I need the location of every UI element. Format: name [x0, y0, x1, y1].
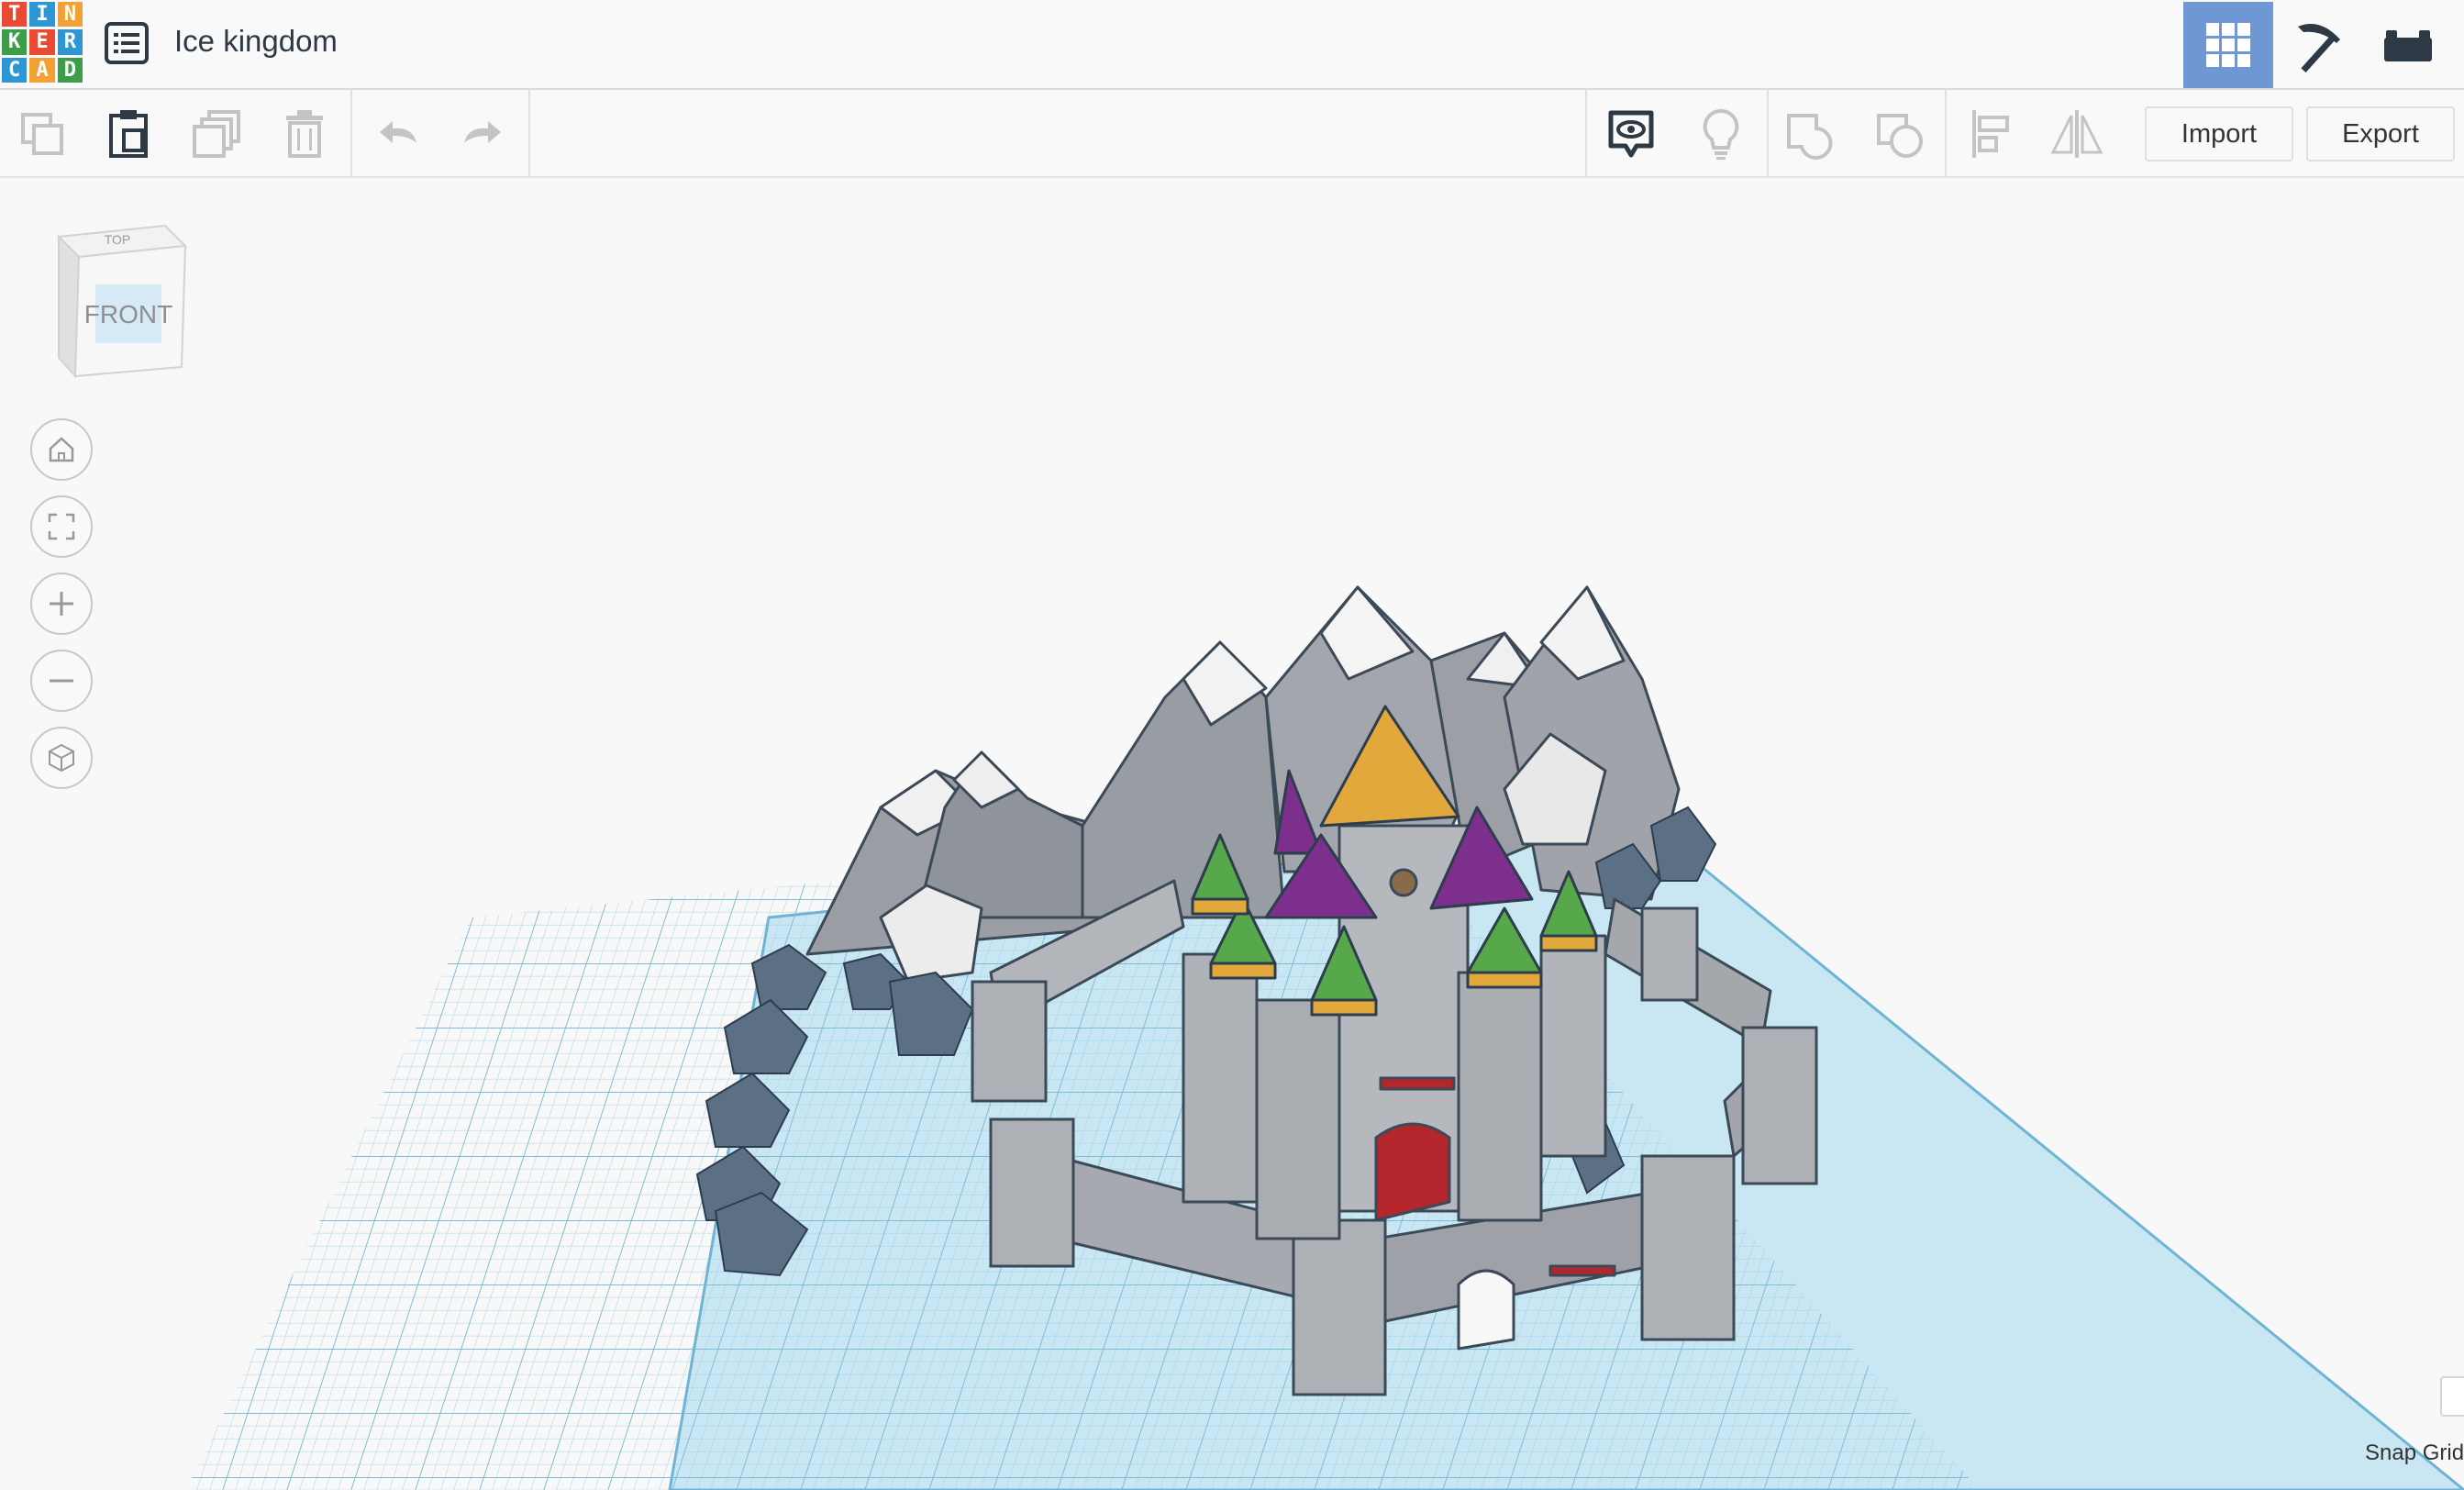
home-view-icon: [49, 437, 74, 462]
fit-all-button[interactable]: [30, 495, 93, 558]
group-icon: [1787, 114, 1833, 160]
logo-letter: I: [29, 2, 55, 28]
ungroup-button[interactable]: [1873, 106, 1928, 161]
delete-button[interactable]: [277, 106, 332, 161]
perspective-icon: [49, 743, 74, 773]
undo-icon: [380, 121, 416, 143]
light-bulb-icon: [1703, 108, 1739, 160]
show-all-button[interactable]: [1604, 106, 1659, 161]
mirror-button[interactable]: [2049, 106, 2104, 161]
paste-icon: [109, 110, 148, 158]
zoom-in-icon: [50, 592, 73, 616]
logo-letter: T: [2, 2, 28, 28]
top-bar: T I N K E R C A D Ice kingdom: [0, 0, 2464, 90]
mirror-icon: [2050, 110, 2103, 158]
duplicate-button[interactable]: [191, 106, 246, 161]
workplane-viewport[interactable]: TOP FRONT Snap Grid: [0, 178, 2464, 1490]
duplicate-icon: [193, 110, 240, 158]
toolbar-divider: [350, 90, 352, 176]
logo-letter: E: [29, 29, 55, 55]
view-cube[interactable]: TOP FRONT: [51, 220, 189, 385]
show-all-icon: [1608, 110, 1654, 158]
copy-icon: [21, 113, 63, 155]
grid-icon: [2206, 23, 2250, 67]
perspective-button[interactable]: [30, 727, 93, 789]
ungroup-icon: [1877, 114, 1923, 158]
logo-letter: R: [57, 29, 83, 55]
blocks-view-button[interactable]: [2273, 2, 2363, 88]
logo-letter: D: [57, 57, 83, 83]
fit-all-icon: [48, 513, 75, 540]
pickaxe-icon: [2298, 24, 2340, 72]
design-menu-button[interactable]: [103, 20, 150, 66]
undo-button[interactable]: [371, 106, 426, 161]
align-icon: [1972, 110, 2009, 158]
toolbar-divider: [1945, 90, 1947, 176]
3d-design-view-button[interactable]: [2183, 2, 2273, 88]
paste-button[interactable]: [101, 106, 156, 161]
bricks-view-button[interactable]: [2363, 2, 2453, 88]
delete-icon: [286, 110, 323, 158]
brick-icon: [2384, 30, 2432, 61]
document-title[interactable]: Ice kingdom: [174, 24, 338, 59]
export-button[interactable]: Export: [2306, 106, 2455, 161]
redo-icon: [464, 121, 501, 143]
copy-button[interactable]: [15, 106, 70, 161]
toolbar-divider: [528, 90, 530, 176]
logo-letter: N: [57, 2, 83, 28]
list-icon: [105, 22, 149, 64]
view-cube-top-label: TOP: [105, 232, 131, 247]
toolbar-divider: [1585, 90, 1587, 176]
logo-letter: C: [2, 57, 28, 83]
align-button[interactable]: [1963, 106, 2018, 161]
home-view-button[interactable]: [30, 418, 93, 481]
group-button[interactable]: [1783, 106, 1838, 161]
notes-button[interactable]: [1693, 106, 1748, 161]
view-cube-front-label: FRONT: [84, 300, 172, 328]
tinkercad-logo[interactable]: T I N K E R C A D: [2, 2, 83, 83]
logo-letter: K: [2, 29, 28, 55]
snap-grid-dropdown[interactable]: [2440, 1376, 2464, 1417]
import-button[interactable]: Import: [2145, 106, 2293, 161]
toolbar-divider: [1767, 90, 1769, 176]
workplane-scene[interactable]: [0, 178, 2464, 1490]
zoom-in-button[interactable]: [30, 573, 93, 635]
edit-toolbar: Import Export: [0, 90, 2464, 178]
snap-grid-label: Snap Grid: [2365, 1440, 2464, 1465]
logo-letter: A: [29, 57, 55, 83]
zoom-out-button[interactable]: [30, 650, 93, 712]
redo-button[interactable]: [455, 106, 510, 161]
zoom-out-icon: [50, 679, 73, 683]
